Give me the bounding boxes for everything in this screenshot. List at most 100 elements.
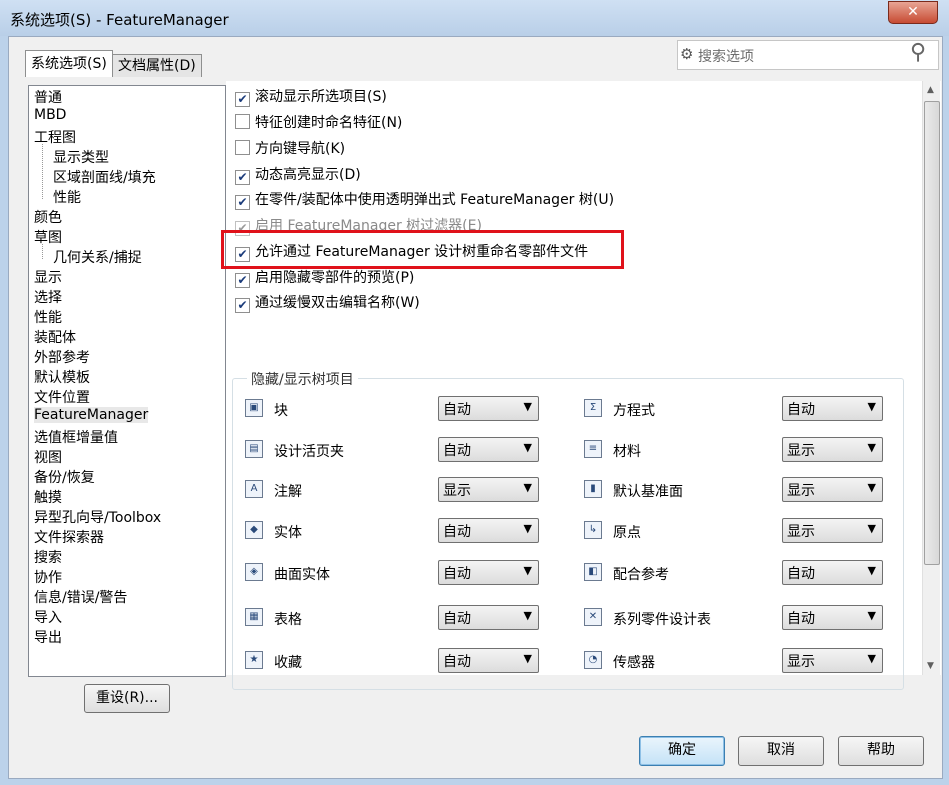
dropdown-value: 显示: [787, 443, 815, 459]
tree-item-label: 设计活页夹: [274, 444, 344, 460]
chevron-down-icon: ▼: [867, 400, 876, 413]
annotation-icon: A: [245, 480, 263, 498]
checkbox[interactable]: [235, 140, 250, 155]
ok-button[interactable]: 确定: [639, 736, 725, 766]
visibility-dropdown[interactable]: 自动 ▼: [438, 648, 539, 673]
sidebar-item[interactable]: 几何关系/捕捉: [53, 247, 142, 267]
visibility-dropdown[interactable]: 自动 ▼: [438, 560, 539, 585]
dropdown-value: 自动: [443, 654, 471, 670]
visibility-dropdown[interactable]: 显示 ▼: [782, 437, 883, 462]
tree-item-label: 配合参考: [613, 567, 669, 583]
sidebar-item[interactable]: 外部参考: [34, 347, 90, 367]
tree-items-group: 隐藏/显示树项目 ▣ 块自动 ▼ ▤ 设计活页夹 自动 ▼ A 注解 显示 ▼ ◆ 实体 自动 ▼ ◈ 曲面实体…: [232, 369, 904, 690]
tab-document-properties[interactable]: 文档属性(D): [112, 54, 202, 77]
cancel-button[interactable]: 取消: [738, 736, 824, 766]
dropdown-value: 自动: [443, 443, 471, 459]
sidebar-item[interactable]: 文件探索器: [34, 527, 104, 547]
scroll-thumb[interactable]: [924, 101, 940, 565]
checkbox[interactable]: ✔: [235, 298, 250, 313]
tree-item-label: 材料: [613, 444, 641, 460]
scroll-down-arrow-icon[interactable]: ▼: [927, 661, 934, 671]
solid-body-icon: ◆: [245, 521, 263, 539]
sidebar-item[interactable]: MBD: [34, 107, 66, 123]
sidebar-item[interactable]: 性能: [53, 187, 81, 207]
equation-icon: Σ: [584, 399, 602, 417]
sidebar-item[interactable]: 异型孔向导/Toolbox: [34, 507, 161, 527]
visibility-dropdown[interactable]: 自动 ▼: [438, 437, 539, 462]
sidebar-item[interactable]: 信息/错误/警告: [34, 587, 127, 607]
sidebar-item[interactable]: 视图: [34, 447, 62, 467]
sidebar-item[interactable]: 性能: [34, 307, 62, 327]
dialog-client: 系统选项(S) 文档属性(D) ⚙ 搜索选项 ⚲ 普通 MBD 工程图 显示类型 区域剖…: [8, 36, 943, 779]
surface-body-icon: ◈: [245, 563, 263, 581]
sidebar-item[interactable]: 触摸: [34, 487, 62, 507]
sidebar-item[interactable]: 颜色: [34, 207, 62, 227]
tree-item-label: 块: [274, 403, 288, 419]
option-checkbox-row[interactable]: 方向键导航(K): [235, 138, 345, 158]
visibility-dropdown[interactable]: 显示 ▼: [782, 477, 883, 502]
dropdown-value: 自动: [443, 566, 471, 582]
option-checkbox-row[interactable]: ✔ 在零件/装配体中使用透明弹出式 FeatureManager 树(U): [235, 189, 615, 210]
design-table-icon: ✕: [584, 608, 602, 626]
visibility-dropdown[interactable]: 显示 ▼: [438, 477, 539, 502]
sidebar-item[interactable]: 导出: [34, 627, 62, 647]
checkbox-label: 在零件/装配体中使用透明弹出式 FeatureManager 树(U): [255, 192, 615, 208]
sidebar-item[interactable]: 搜索: [34, 547, 62, 567]
checkbox[interactable]: [235, 114, 250, 129]
sensor-icon: ◔: [584, 651, 602, 669]
binder-icon: ▤: [245, 440, 263, 458]
search-box[interactable]: ⚙ 搜索选项 ⚲: [677, 40, 939, 70]
help-button[interactable]: 帮助: [838, 736, 924, 766]
checkbox[interactable]: ✔: [235, 170, 250, 185]
visibility-dropdown[interactable]: 显示 ▼: [782, 518, 883, 543]
window-title: 系统选项(S) - FeatureManager: [10, 11, 229, 29]
sidebar-item[interactable]: 文件位置: [34, 387, 90, 407]
visibility-dropdown[interactable]: 自动 ▼: [438, 518, 539, 543]
visibility-dropdown[interactable]: 自动 ▼: [438, 605, 539, 630]
scroll-up-arrow-icon[interactable]: ▲: [927, 85, 934, 95]
option-checkbox-row[interactable]: 特征创建时命名特征(N): [235, 112, 402, 132]
sidebar-item[interactable]: FeatureManager: [34, 407, 149, 423]
visibility-dropdown[interactable]: 自动 ▼: [782, 560, 883, 585]
dropdown-value: 自动: [787, 611, 815, 627]
sidebar-item[interactable]: 导入: [34, 607, 62, 627]
sidebar-item[interactable]: 工程图: [34, 127, 76, 147]
sidebar-item[interactable]: 选择: [34, 287, 62, 307]
tree-item-label: 方程式: [613, 403, 655, 419]
tree-item-label: 表格: [274, 612, 302, 628]
checkbox[interactable]: ✔: [235, 92, 250, 107]
vertical-scrollbar[interactable]: ▲ ▼: [922, 81, 940, 675]
checkbox[interactable]: ✔: [235, 273, 250, 288]
sidebar-item[interactable]: 草图: [34, 227, 62, 247]
dropdown-value: 显示: [787, 654, 815, 670]
sidebar-item[interactable]: 区域剖面线/填充: [53, 167, 156, 187]
sidebar-item[interactable]: 默认模板: [34, 367, 90, 387]
visibility-dropdown[interactable]: 自动 ▼: [438, 396, 539, 421]
tab-system-options[interactable]: 系统选项(S): [25, 50, 113, 77]
sidebar-item[interactable]: 选值框增量值: [34, 427, 118, 447]
visibility-dropdown[interactable]: 显示 ▼: [782, 648, 883, 673]
sidebar-item[interactable]: 显示: [34, 267, 62, 287]
highlight-box: [221, 230, 624, 269]
close-button[interactable]: ✕: [888, 1, 938, 24]
option-checkbox-row[interactable]: ✔ 动态高亮显示(D): [235, 164, 361, 185]
visibility-dropdown[interactable]: 自动 ▼: [782, 396, 883, 421]
visibility-dropdown[interactable]: 自动 ▼: [782, 605, 883, 630]
option-checkbox-row[interactable]: ✔ 滚动显示所选项目(S): [235, 86, 387, 107]
checkbox-label: 动态高亮显示(D): [255, 167, 361, 183]
sidebar-item[interactable]: 备份/恢复: [34, 467, 95, 487]
mate-reference-icon: ◧: [584, 563, 602, 581]
search-icon[interactable]: ⚲: [910, 40, 926, 65]
origin-icon: ↳: [584, 521, 602, 539]
sidebar-item[interactable]: 普通: [34, 87, 62, 107]
checkbox-label: 通过缓慢双击编辑名称(W): [255, 295, 420, 311]
sidebar-item[interactable]: 协作: [34, 567, 62, 587]
reset-button[interactable]: 重设(R)...: [84, 684, 170, 713]
option-checkbox-row[interactable]: ✔ 启用隐藏零部件的预览(P): [235, 267, 414, 288]
tree-item-label: 曲面实体: [274, 567, 330, 583]
tree-item-label: 收藏: [274, 655, 302, 671]
sidebar-item[interactable]: 装配体: [34, 327, 76, 347]
sidebar-item[interactable]: 显示类型: [53, 147, 109, 167]
checkbox[interactable]: ✔: [235, 195, 250, 210]
option-checkbox-row[interactable]: ✔ 通过缓慢双击编辑名称(W): [235, 292, 420, 313]
